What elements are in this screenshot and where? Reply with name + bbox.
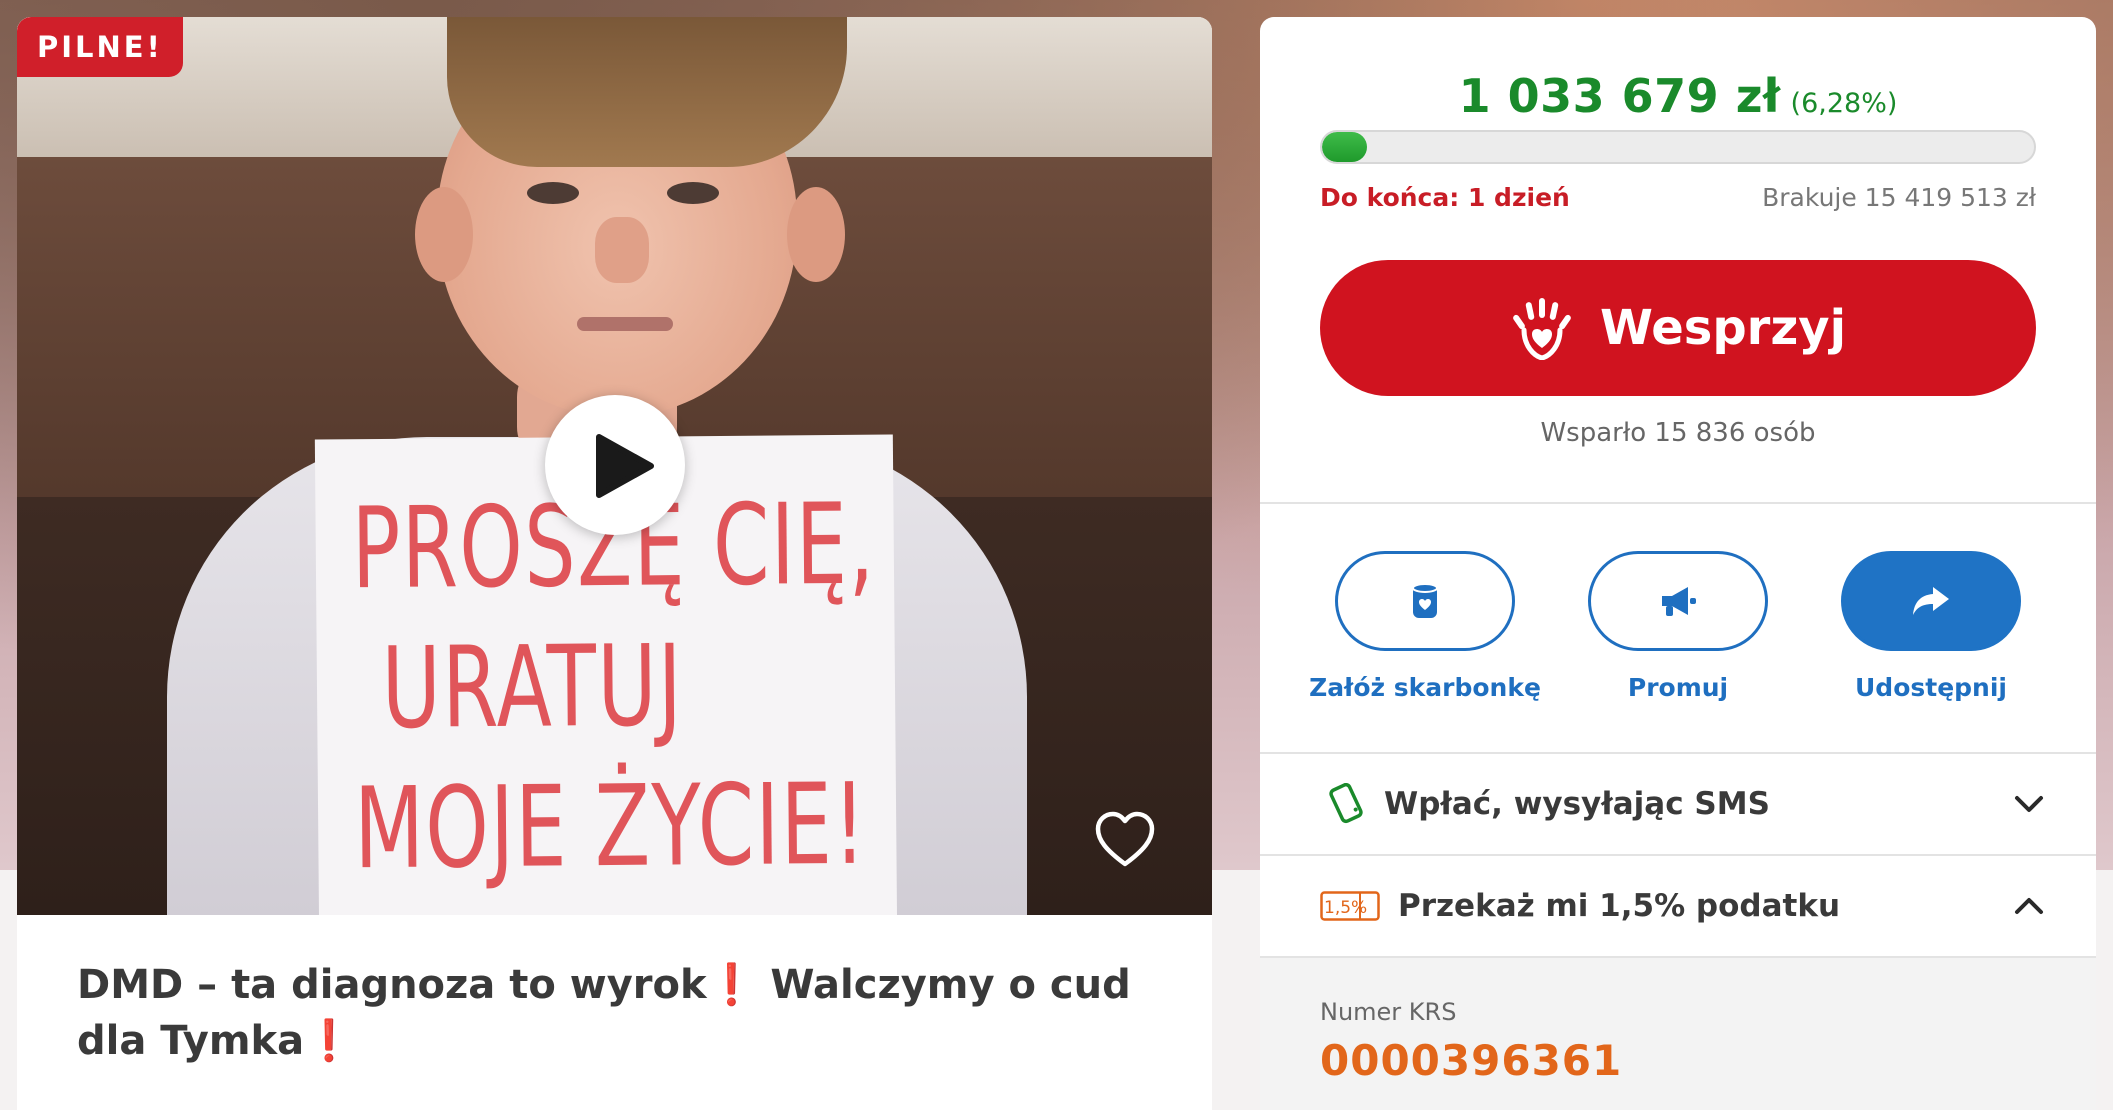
divider [1260,502,2096,504]
progress-fill [1322,132,1367,162]
share-button[interactable] [1841,551,2021,651]
story-video[interactable]: PROSZĘ CIĘ, URATUJ MOJE ŻYCIE! PILNE! [17,17,1212,915]
hero-hair [447,17,847,167]
raised-amount: 1 033 679 zł [1458,69,1781,123]
play-video-button[interactable] [545,395,685,535]
story-title: DMD – ta diagnoza to wyrok❗ Walczymy o c… [77,957,1137,1069]
progress-bar [1320,130,2036,164]
hero-eye-left [527,182,579,204]
donation-panel: 1 033 679 zł (6,28%) Do końca: 1 dzień Br… [1260,17,2096,1110]
hero-nose [595,217,649,283]
share-action[interactable]: Udostępnij [1841,551,2021,702]
create-piggybank-button[interactable] [1335,551,1515,651]
chevron-up-icon[interactable] [2014,897,2044,915]
raised-percent: (6,28%) [1790,88,1898,119]
tax-icon-text: 1,5% [1324,898,1367,918]
megaphone-icon [1662,587,1696,616]
promote-button[interactable] [1588,551,1768,651]
title-emphasis: ❗ [706,962,757,1008]
hero-ear-right [787,187,845,282]
create-piggybank-label[interactable]: Załóż skarbonkę [1295,673,1555,702]
deadline-text: Do końca: 1 dzień [1320,183,1570,212]
title-text: DMD – ta diagnoza to wyrok [77,962,707,1008]
favorite-button[interactable] [1094,810,1156,872]
hero-ear-left [415,187,473,282]
heart-icon [1095,811,1155,867]
krs-label: Numer KRS [1320,998,1457,1026]
supporters-count: Wsparło 15 836 osób [1540,418,1816,448]
share-icon [1913,587,1949,615]
piggy-bank-icon [1412,583,1438,618]
helping-hand-heart-icon [1513,298,1571,360]
phone-icon [1329,783,1363,824]
hero-mouth [577,317,673,331]
missing-amount: Brakuje 15 419 513 zł [1762,183,2036,212]
amount-row: 1 033 679 zł (6,28%) [1260,69,2096,123]
promote-action[interactable]: Promuj [1588,551,1768,702]
urgent-badge: PILNE! [17,17,183,77]
tax-accordion-label: Przekaż mi 1,5% podatku [1398,888,1841,924]
title-emphasis: ❗ [304,1018,354,1064]
sign-line: URATUJ [381,621,684,754]
chevron-down-icon[interactable] [2014,795,2044,813]
sign-line: MOJE ŻYCIE! [353,759,868,895]
sms-accordion-header[interactable]: Wpłać, wysyłając SMS [1260,754,2096,854]
create-piggybank-action[interactable]: Załóż skarbonkę [1309,551,1541,702]
support-button[interactable]: Wesprzyj [1320,260,2036,396]
promote-label[interactable]: Promuj [1548,673,1808,702]
krs-section: Numer KRS 0000396361 [1260,958,2096,1110]
support-button-label: Wesprzyj [1599,300,1847,356]
hero-eye-right [667,182,719,204]
sms-accordion-label: Wpłać, wysyłając SMS [1384,786,1770,822]
play-icon [596,434,654,498]
share-label[interactable]: Udostępnij [1801,673,2061,702]
krs-number[interactable]: 0000396361 [1320,1036,1622,1085]
tax-percent-icon: 1,5% [1320,891,1380,921]
tax-accordion-header[interactable]: 1,5% Przekaż mi 1,5% podatku [1260,856,2096,956]
story-card: PROSZĘ CIĘ, URATUJ MOJE ŻYCIE! PILNE! DM… [17,17,1212,1110]
